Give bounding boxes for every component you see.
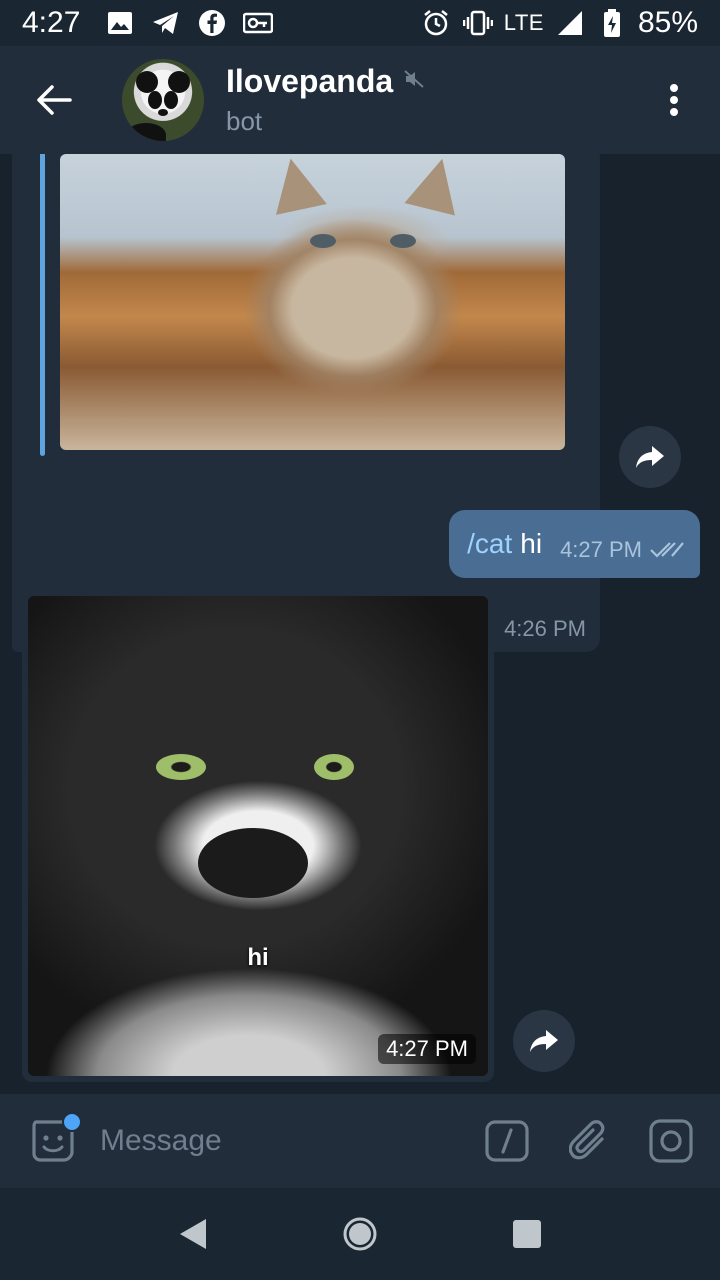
bot-commands-button[interactable] — [484, 1118, 530, 1164]
telegram-icon — [150, 7, 182, 39]
message-time: 4:27 PM — [560, 537, 642, 562]
facebook-icon — [196, 7, 228, 39]
status-left: 4:27 — [22, 6, 274, 40]
input-actions — [484, 1118, 694, 1164]
alarm-icon — [420, 7, 452, 39]
home-circle-icon — [343, 1217, 377, 1251]
more-vertical-icon — [670, 84, 678, 116]
triangle-back-icon — [180, 1219, 207, 1249]
back-button[interactable] — [22, 68, 86, 132]
chat-subtitle: bot — [226, 106, 263, 136]
battery-charging-icon — [596, 7, 628, 39]
signal-icon — [554, 7, 586, 39]
kitten-photo[interactable] — [60, 154, 565, 450]
avatar[interactable] — [122, 59, 204, 141]
slash-command-icon — [485, 1120, 529, 1162]
status-time: 4:27 — [22, 6, 81, 39]
chat-title: Ilovepanda — [226, 63, 394, 99]
share-arrow-icon — [530, 1030, 558, 1052]
status-right: LTE 85% — [420, 6, 698, 40]
attach-button[interactable] — [566, 1118, 612, 1164]
nav-home-button[interactable] — [332, 1206, 388, 1262]
notification-dot — [62, 1112, 82, 1132]
arrow-left-icon — [37, 85, 72, 115]
chat-header: Ilovepanda bot — [0, 46, 720, 154]
share-arrow-icon — [636, 446, 664, 468]
system-nav-bar — [0, 1188, 720, 1280]
photo-caption: hi — [247, 944, 269, 971]
vibrate-icon — [462, 7, 494, 39]
chat-area[interactable]: 4:26 PM /cat hi 4:27 PM hi 4:27 PM — [0, 154, 720, 1094]
message-text: hi — [520, 528, 543, 559]
chat-title-block[interactable]: Ilovepanda bot — [226, 63, 425, 137]
square-recents-icon — [512, 1220, 541, 1248]
status-bar: 4:27 LTE 85% — [0, 0, 720, 46]
incoming-photo-message[interactable]: hi 4:27 PM — [22, 590, 494, 1082]
network-type: LTE — [503, 10, 544, 35]
message-input-bar — [0, 1094, 720, 1188]
image-icon — [104, 7, 136, 39]
read-double-check-icon — [650, 541, 684, 559]
message-time: 4:27 PM — [378, 1034, 476, 1064]
camera-button[interactable] — [648, 1118, 694, 1164]
cat-photo[interactable]: hi 4:27 PM — [28, 596, 488, 1076]
battery-percent: 85% — [637, 6, 698, 39]
camera-icon — [649, 1119, 693, 1163]
more-menu-button[interactable] — [654, 68, 694, 132]
message-time: 4:26 PM — [504, 616, 586, 641]
bot-command-link[interactable]: /cat — [467, 528, 512, 560]
share-button[interactable] — [513, 1010, 575, 1072]
nav-recents-button[interactable] — [499, 1206, 555, 1262]
paperclip-icon — [569, 1120, 605, 1160]
outgoing-message[interactable]: /cat hi 4:27 PM — [449, 510, 700, 578]
reply-bar — [40, 154, 45, 456]
muted-icon — [403, 69, 425, 94]
vpn-key-icon — [242, 7, 274, 39]
nav-back-button[interactable] — [165, 1206, 221, 1262]
share-button[interactable] — [619, 426, 681, 488]
message-input[interactable] — [100, 1111, 440, 1171]
emoji-sticker-button[interactable] — [28, 1112, 82, 1166]
